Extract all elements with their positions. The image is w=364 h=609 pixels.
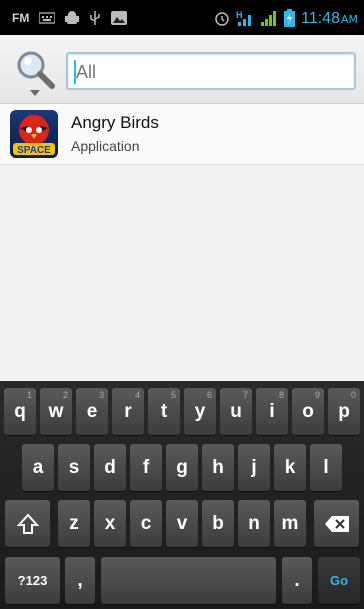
clock-ampm: AM xyxy=(340,12,358,26)
key-z[interactable]: z xyxy=(58,500,90,547)
status-bar-left: FM xyxy=(12,0,128,35)
key-hint: 8 xyxy=(278,390,284,400)
key-l[interactable]: l xyxy=(310,444,342,491)
key-t[interactable]: t5 xyxy=(148,388,180,435)
keyboard-row-1: q1w2e3r4t5y6u7i8o9p0 xyxy=(0,388,364,435)
search-input[interactable] xyxy=(74,58,348,86)
image-notification-icon xyxy=(111,10,128,25)
key-w[interactable]: w2 xyxy=(40,388,72,435)
key-o[interactable]: o9 xyxy=(292,388,324,435)
key-n[interactable]: n xyxy=(238,500,270,547)
search-icon[interactable] xyxy=(14,48,58,92)
search-header xyxy=(0,35,364,104)
key-label: i xyxy=(269,400,275,422)
key-e[interactable]: e3 xyxy=(76,388,108,435)
key-u[interactable]: u7 xyxy=(220,388,252,435)
key-label: y xyxy=(194,400,206,422)
android-debug-icon xyxy=(65,10,80,26)
key-hint: 3 xyxy=(98,390,104,400)
key-v[interactable]: v xyxy=(166,500,198,547)
key-label: p xyxy=(338,400,350,422)
key-hint: 4 xyxy=(134,390,140,400)
clock-time: 11:48 xyxy=(301,9,340,27)
key-hint: 5 xyxy=(170,390,176,400)
key-hint: 0 xyxy=(350,390,356,400)
key-y[interactable]: y6 xyxy=(184,388,216,435)
comma-key[interactable]: , xyxy=(65,557,95,604)
key-label: t xyxy=(160,400,168,422)
soft-keyboard: q1w2e3r4t5y6u7i8o9p0 asdfghjkl zxcvbnm ?… xyxy=(0,381,364,609)
key-r[interactable]: r4 xyxy=(112,388,144,435)
key-label: u xyxy=(230,400,242,422)
fm-radio-indicator: FM xyxy=(12,10,30,25)
period-key[interactable]: . xyxy=(282,557,312,604)
key-k[interactable]: k xyxy=(274,444,306,491)
keyboard-icon xyxy=(39,11,56,24)
alarm-icon xyxy=(214,10,230,26)
shift-key[interactable] xyxy=(5,500,50,547)
key-c[interactable]: c xyxy=(130,500,162,547)
key-hint: 6 xyxy=(206,390,212,400)
key-hint: 2 xyxy=(62,390,68,400)
search-source-dropdown-icon[interactable] xyxy=(30,90,40,96)
search-results: SPACE Angry Birds Application xyxy=(0,104,364,165)
usb-icon xyxy=(89,10,101,26)
key-m[interactable]: m xyxy=(274,500,306,547)
symbols-key[interactable]: ?123 xyxy=(5,557,60,604)
key-label: w xyxy=(48,400,64,422)
key-a[interactable]: a xyxy=(22,444,54,491)
status-bar: FM H 11:48AM xyxy=(0,0,364,35)
key-g[interactable]: g xyxy=(166,444,198,491)
backspace-key[interactable] xyxy=(314,500,359,547)
key-i[interactable]: i8 xyxy=(256,388,288,435)
status-bar-right: H 11:48AM xyxy=(214,0,358,35)
key-label: q xyxy=(14,400,26,422)
svg-text:H: H xyxy=(236,10,243,20)
key-label: e xyxy=(86,400,98,422)
clock: 11:48AM xyxy=(301,8,358,28)
key-hint: 1 xyxy=(26,390,32,400)
result-title: Angry Birds xyxy=(71,113,159,132)
space-key[interactable] xyxy=(101,557,276,604)
key-b[interactable]: b xyxy=(202,500,234,547)
key-x[interactable]: x xyxy=(94,500,126,547)
key-hint: 7 xyxy=(242,390,248,400)
key-label: r xyxy=(124,400,132,422)
result-subtitle: Application xyxy=(71,138,140,154)
key-d[interactable]: d xyxy=(94,444,126,491)
key-p[interactable]: p0 xyxy=(328,388,360,435)
battery-icon xyxy=(284,8,296,27)
result-item[interactable]: SPACE Angry Birds Application xyxy=(0,104,364,165)
key-h[interactable]: h xyxy=(202,444,234,491)
key-q[interactable]: q1 xyxy=(4,388,36,435)
keyboard-row-2: asdfghjkl xyxy=(0,444,364,491)
angry-birds-space-icon: SPACE xyxy=(10,110,58,158)
keyboard-row-3: zxcvbnm xyxy=(0,500,364,547)
go-key[interactable]: Go xyxy=(318,557,360,604)
keyboard-row-4: ?123 , . Go xyxy=(0,557,364,604)
key-f[interactable]: f xyxy=(130,444,162,491)
key-j[interactable]: j xyxy=(238,444,270,491)
svg-text:SPACE: SPACE xyxy=(17,145,51,156)
key-hint: 9 xyxy=(314,390,320,400)
signal-h-icon: H xyxy=(236,9,254,27)
search-box[interactable] xyxy=(66,52,356,90)
key-label: o xyxy=(302,400,314,422)
key-s[interactable]: s xyxy=(58,444,90,491)
signal-strength-icon xyxy=(260,9,278,27)
